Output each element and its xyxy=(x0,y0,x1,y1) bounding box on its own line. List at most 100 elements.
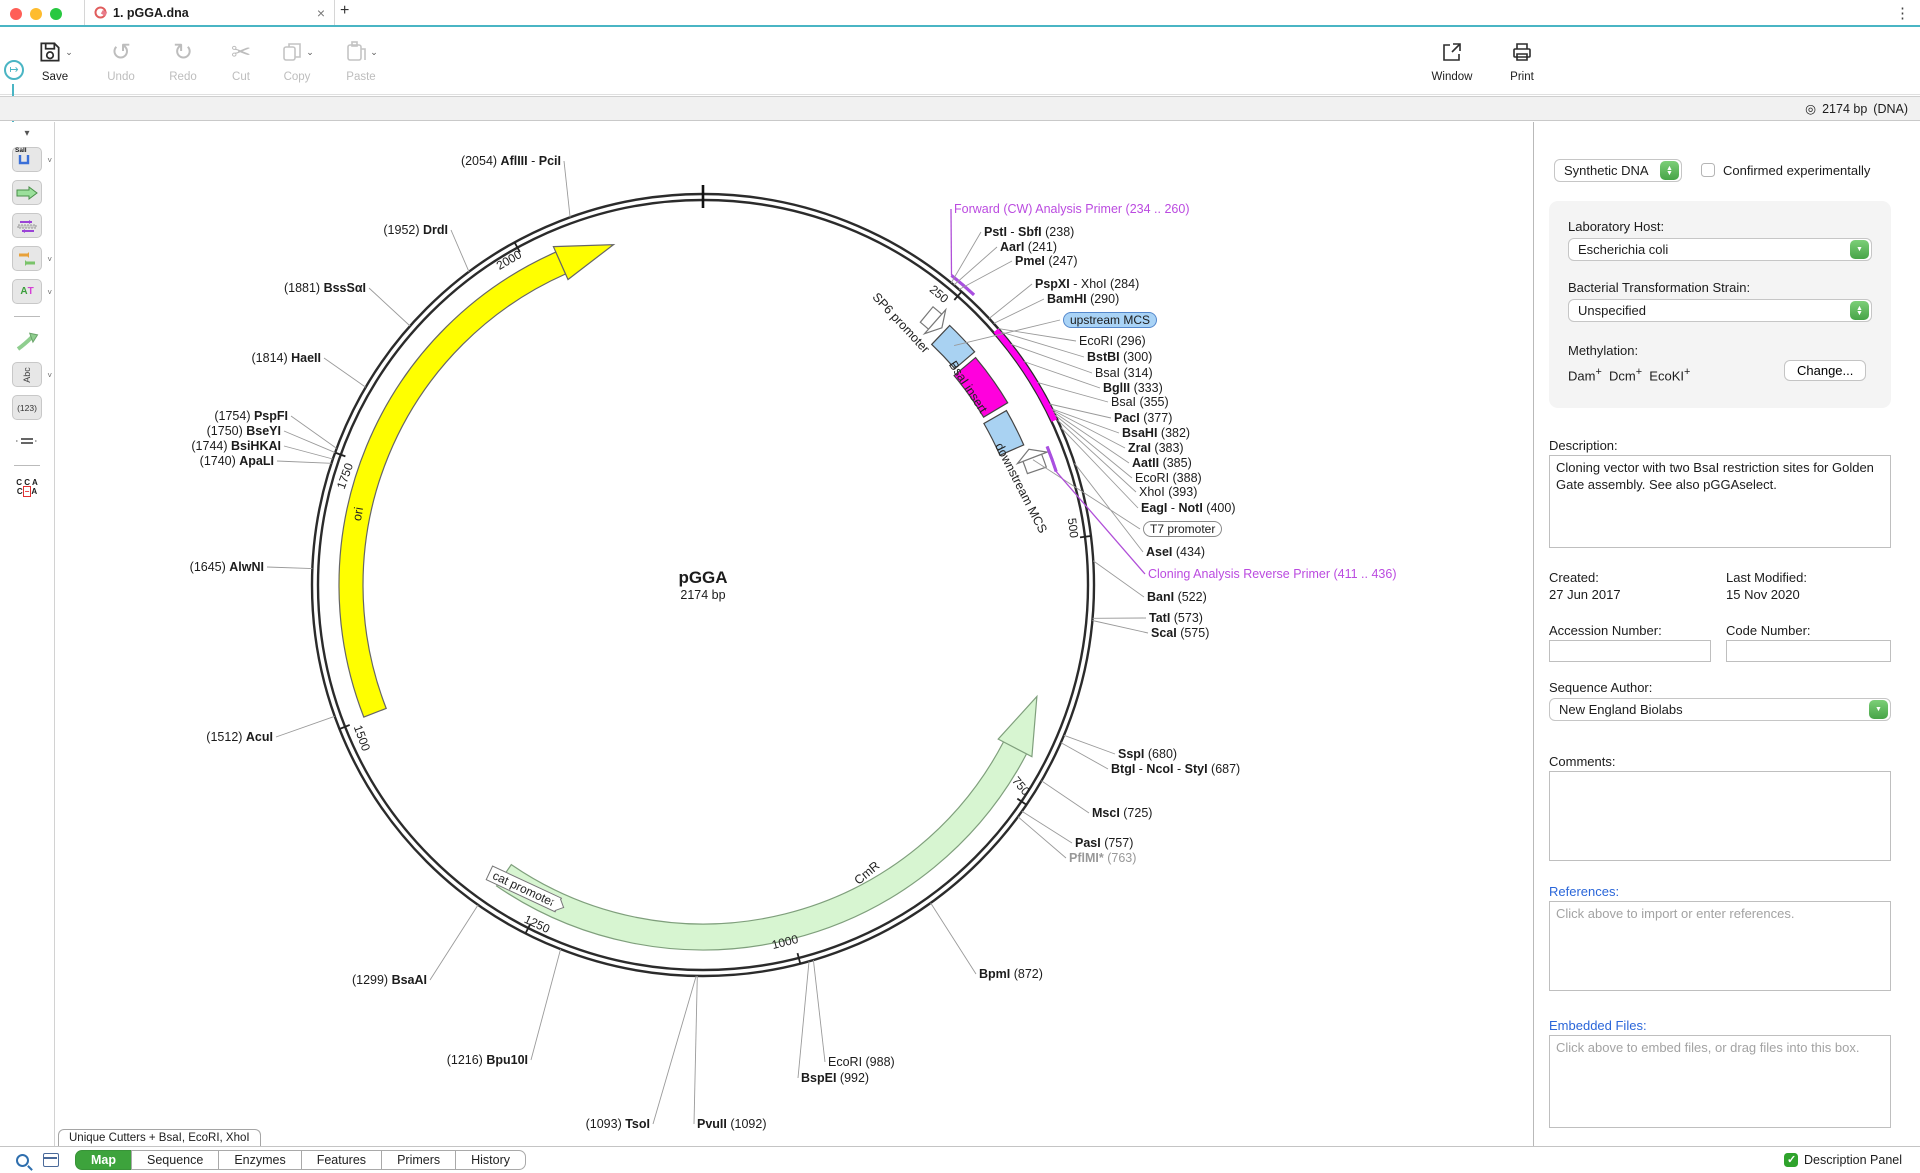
tool-text-label[interactable]: Abc ˅ xyxy=(12,362,42,387)
embedded-files-box[interactable]: Click above to embed files, or drag file… xyxy=(1549,1035,1891,1128)
tool-ruler[interactable] xyxy=(12,428,42,453)
accession-input[interactable] xyxy=(1549,640,1711,662)
site-btgI-ncoI-styI[interactable]: BtgI - NcoI - StyI (687) xyxy=(1111,762,1240,776)
site-aarI[interactable]: AarI (241) xyxy=(1000,240,1057,254)
site-bstBI[interactable]: BstBI (300) xyxy=(1087,350,1152,364)
rev-primer-label[interactable]: Cloning Analysis Reverse Primer (411 .. … xyxy=(1148,567,1397,581)
tab-enzymes[interactable]: Enzymes xyxy=(218,1150,301,1170)
t7-promoter-pill[interactable]: T7 promoter xyxy=(1143,521,1222,537)
sequence-type-dropdown[interactable]: Synthetic DNA▲▼ xyxy=(1554,159,1682,182)
zoom-search-icon[interactable] xyxy=(16,1154,29,1167)
site-sspI[interactable]: SspI (680) xyxy=(1118,747,1177,761)
site-scaI[interactable]: ScaI (575) xyxy=(1151,626,1209,640)
window-button[interactable]: Window xyxy=(1423,35,1481,83)
tool-translation[interactable]: ˅ xyxy=(12,246,42,271)
site-bpmI[interactable]: BpmI (872) xyxy=(979,967,1043,981)
tab-features[interactable]: Features xyxy=(301,1150,382,1170)
site-bsiHKAI[interactable]: (1744) BsiHKAI xyxy=(191,439,281,453)
tool-orf[interactable] xyxy=(12,329,42,354)
translation-dropdown-caret[interactable]: ˅ xyxy=(47,255,52,264)
confirmed-checkbox[interactable] xyxy=(1701,163,1715,177)
tab-close-icon[interactable]: × xyxy=(317,5,325,21)
ori-label[interactable]: ori xyxy=(350,506,366,522)
site-bsaI-355[interactable]: BsaI (355) xyxy=(1111,395,1169,409)
change-methylation-button[interactable]: Change... xyxy=(1784,360,1866,381)
site-pmeI[interactable]: PmeI (247) xyxy=(1015,254,1078,268)
enzyme-dropdown-caret[interactable]: ˅ xyxy=(47,156,52,165)
site-bsaI-314[interactable]: BsaI (314) xyxy=(1095,366,1153,380)
site-pspFI[interactable]: (1754) PspFI xyxy=(214,409,288,423)
site-bseYI[interactable]: (1750) BseYI xyxy=(207,424,281,438)
site-aflIII-pciI[interactable]: (2054) AflIII - PciI xyxy=(461,154,561,168)
site-ecoRI-388[interactable]: EcoRI (388) xyxy=(1135,471,1202,485)
site-pspXI-xhoI[interactable]: PspXI - XhoI (284) xyxy=(1035,277,1139,291)
site-mscI[interactable]: MscI (725) xyxy=(1092,806,1152,820)
new-tab-button[interactable]: + xyxy=(340,2,349,20)
references-link[interactable]: References: xyxy=(1549,884,1619,899)
author-dropdown[interactable]: New England Biolabs▼ xyxy=(1549,698,1891,721)
site-bspEI[interactable]: BspEI (992) xyxy=(801,1071,869,1085)
site-pacI[interactable]: PacI (377) xyxy=(1114,411,1172,425)
site-pflMI[interactable]: PflMI* (763) xyxy=(1069,851,1136,865)
enzyme-set-note[interactable]: Unique Cutters + BsaI, EcoRI, XhoI xyxy=(58,1129,261,1146)
host-dropdown[interactable]: Escherichia coli▼ xyxy=(1568,238,1872,261)
traffic-close-icon[interactable] xyxy=(10,8,22,20)
abc-dropdown-caret[interactable]: ˅ xyxy=(47,371,52,380)
fwd-primer-label[interactable]: Forward (CW) Analysis Primer (234 .. 260… xyxy=(954,202,1189,216)
site-bssSaI[interactable]: (1881) BssSαI xyxy=(284,281,366,295)
tool-add-feature[interactable] xyxy=(12,180,42,205)
site-bamHI[interactable]: BamHI (290) xyxy=(1047,292,1119,306)
overflow-menu-icon[interactable]: ⋮ xyxy=(1895,4,1910,22)
site-eagI-notI[interactable]: EagI - NotI (400) xyxy=(1141,501,1235,515)
tab-primers[interactable]: Primers xyxy=(381,1150,456,1170)
site-bsaHI[interactable]: BsaHI (382) xyxy=(1122,426,1190,440)
site-haeII[interactable]: (1814) HaeII xyxy=(252,351,322,365)
site-alwNI[interactable]: (1645) AlwNI xyxy=(190,560,264,574)
site-pstI-sbfI[interactable]: PstI - SbfI (238) xyxy=(984,225,1074,239)
site-tsoI[interactable]: (1093) TsoI xyxy=(586,1117,650,1131)
plasmid-map-canvas[interactable]: pGGA 2174 bp Forward (CW) Analysis Prime… xyxy=(56,122,1533,1146)
comments-textarea[interactable] xyxy=(1549,771,1891,861)
site-xhoI-393[interactable]: XhoI (393) xyxy=(1139,485,1197,499)
site-bglII[interactable]: BglII (333) xyxy=(1103,381,1163,395)
description-textarea[interactable]: Cloning vector with two BsaI restriction… xyxy=(1549,455,1891,548)
traffic-zoom-icon[interactable] xyxy=(50,8,62,20)
site-tatI[interactable]: TatI (573) xyxy=(1149,611,1203,625)
site-pasI[interactable]: PasI (757) xyxy=(1075,836,1133,850)
site-bpu10I[interactable]: (1216) Bpu10I xyxy=(447,1053,528,1067)
site-ecoRI-296[interactable]: EcoRI (296) xyxy=(1079,334,1146,348)
site-aseI[interactable]: AseI (434) xyxy=(1146,545,1205,559)
references-box[interactable]: Click above to import or enter reference… xyxy=(1549,901,1891,991)
site-zraI[interactable]: ZraI (383) xyxy=(1128,441,1184,455)
tool-edit-bases[interactable]: A T ˅ xyxy=(12,279,42,304)
tool-numbering[interactable]: (123) xyxy=(12,395,42,420)
tool-alignment[interactable]: C C A C−A xyxy=(12,478,42,496)
site-banI[interactable]: BanI (522) xyxy=(1147,590,1207,604)
tab-history[interactable]: History xyxy=(455,1150,526,1170)
site-apaLI[interactable]: (1740) ApaLI xyxy=(200,454,274,468)
site-pvuII[interactable]: PvuII (1092) xyxy=(697,1117,766,1131)
site-drdI[interactable]: (1952) DrdI xyxy=(383,223,448,237)
site-ecoRI-988[interactable]: EcoRI (988) xyxy=(828,1055,895,1069)
bases-dropdown-caret[interactable]: ˅ xyxy=(47,288,52,297)
site-bsaAI[interactable]: (1299) BsaAI xyxy=(352,973,427,987)
tool-enzyme-sali[interactable]: SalI ˅ xyxy=(12,147,42,172)
save-dropdown-caret[interactable]: ⌄ xyxy=(65,47,73,58)
print-button[interactable]: Print xyxy=(1493,35,1551,83)
sidebar-collapse-button[interactable]: ↦ xyxy=(4,60,24,80)
tools-collapse-icon[interactable]: ▾ xyxy=(24,128,29,139)
description-panel-checkbox[interactable] xyxy=(1784,1153,1798,1167)
code-input[interactable] xyxy=(1726,640,1891,662)
embedded-files-link[interactable]: Embedded Files: xyxy=(1549,1018,1647,1033)
site-aatII[interactable]: AatII (385) xyxy=(1132,456,1192,470)
document-tab[interactable]: 1. pGGA.dna × xyxy=(85,0,333,25)
traffic-minimize-icon[interactable] xyxy=(30,8,42,20)
strain-dropdown[interactable]: Unspecified▲▼ xyxy=(1568,299,1872,322)
split-panel-icon[interactable] xyxy=(43,1153,59,1167)
site-acuI[interactable]: (1512) AcuI xyxy=(206,730,273,744)
tab-sequence[interactable]: Sequence xyxy=(131,1150,219,1170)
tool-add-primer[interactable] xyxy=(12,213,42,238)
tab-map[interactable]: Map xyxy=(75,1150,132,1170)
upstream-mcs-pill[interactable]: upstream MCS xyxy=(1063,312,1157,328)
save-button[interactable]: ⌄ Save xyxy=(26,35,84,83)
